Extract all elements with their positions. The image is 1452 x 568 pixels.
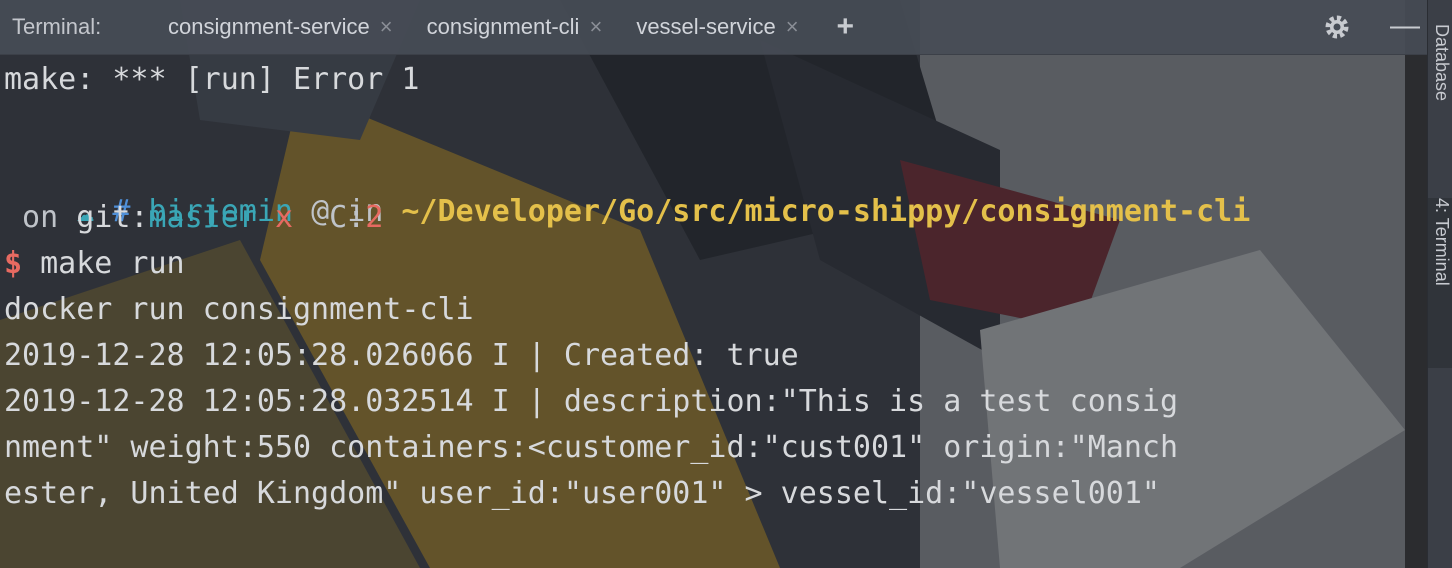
right-tool-strip: Database 4: Terminal [1427, 0, 1452, 568]
terminal-tool-button[interactable]: 4: Terminal [1428, 198, 1452, 368]
terminal-tool-label: 4: Terminal [1432, 198, 1452, 286]
output-line: nment" weight:550 containers:<customer_i… [4, 430, 1178, 465]
prompt-line: ☁ # birjemin @ in ~/Developer/Go/src/mic… [4, 152, 1250, 229]
tab-consignment-service[interactable]: consignment-service × [152, 0, 393, 54]
close-icon[interactable]: × [380, 14, 393, 40]
tool-window-title: Terminal: [12, 14, 102, 39]
database-label: Database [1432, 24, 1452, 102]
new-tab-button[interactable]: + [837, 10, 855, 44]
database-tool-button[interactable]: Database [1428, 24, 1452, 164]
tab-consignment-cli[interactable]: consignment-cli × [411, 0, 603, 54]
git-status-line: on git:master x C:2 [4, 198, 383, 238]
close-icon[interactable]: × [589, 14, 602, 40]
minimize-button[interactable]: — [1390, 11, 1420, 41]
output-line: 2019-12-28 12:05:28.026066 I | Created: … [4, 338, 799, 373]
git-label: git: [76, 200, 149, 235]
tab-label: consignment-cli [426, 14, 580, 39]
output-line: 2019-12-28 12:05:28.032514 I | descripti… [4, 384, 1178, 419]
git-branch: master [148, 200, 257, 235]
terminal-output[interactable]: make: *** [run] Error 1 ☁ # birjemin @ i… [0, 54, 1405, 568]
tab-label: consignment-service [168, 14, 370, 39]
prompt-on: on [4, 200, 59, 235]
tab-vessel-service[interactable]: vessel-service × [620, 0, 798, 54]
tab-label: vessel-service [636, 14, 776, 39]
output-line: ester, United Kingdom" user_id:"user001"… [4, 476, 1160, 511]
output-line: docker run consignment-cli [4, 292, 474, 327]
command-line: $ make run [4, 244, 185, 284]
git-dirty-marker: x [274, 200, 293, 235]
terminal-tab-bar: Terminal: consignment-service × consignm… [0, 0, 1428, 55]
prompt-path: ~/Developer/Go/src/micro-shippy/consignm… [401, 194, 1251, 229]
error-line: make: *** [run] Error 1 [4, 62, 420, 97]
counter-label: C: [329, 200, 366, 235]
counter-value: 2 [365, 200, 384, 235]
prompt-dollar: $ [4, 246, 23, 281]
close-icon[interactable]: × [786, 14, 799, 40]
gear-icon[interactable] [1322, 12, 1352, 42]
command-text: make run [40, 246, 185, 281]
